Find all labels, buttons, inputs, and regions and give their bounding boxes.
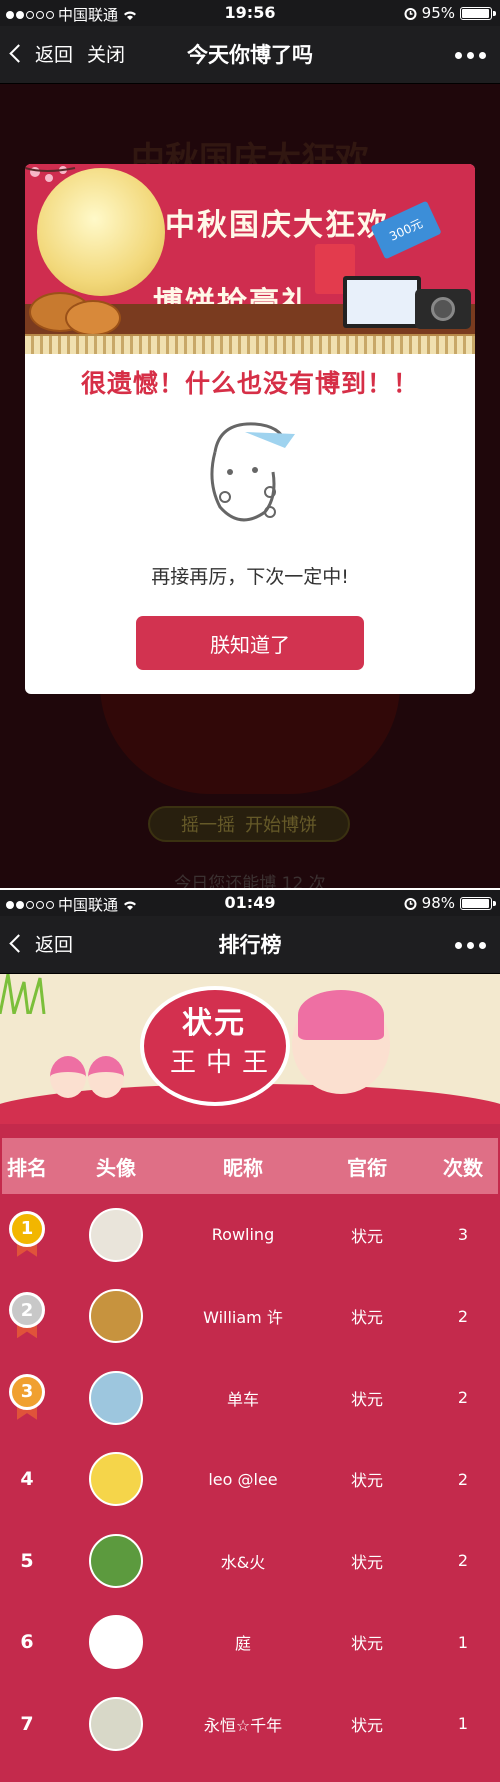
avatar-cell: [52, 1289, 180, 1344]
rank-medal-gold: 1: [2, 1210, 52, 1259]
seal-subtitle: 王中王: [170, 1048, 279, 1078]
blossom-icon: [25, 166, 76, 182]
encourage-message: 再接再厉，下次一定中!: [151, 566, 349, 588]
battery-percent: 95%: [421, 4, 455, 22]
cartoon-avatar[interactable]: [89, 1289, 143, 1344]
gold-medal-icon: 1: [9, 1210, 45, 1259]
rank-number: 2: [9, 1292, 45, 1329]
promo-banner: 中秋国庆大狂欢 博饼抢豪礼 300元: [25, 164, 475, 354]
flower-avatar[interactable]: [89, 1207, 143, 1262]
more-icon[interactable]: [455, 942, 486, 949]
sketch-avatar[interactable]: [89, 1696, 143, 1751]
header-count: 次数: [443, 1155, 483, 1180]
page-title: 排行榜: [218, 933, 282, 957]
roll-count: 2: [457, 1388, 469, 1408]
header-rank: 排名: [7, 1155, 47, 1180]
nickname: 水&火: [220, 1552, 266, 1572]
landscape-avatar[interactable]: [89, 1533, 143, 1588]
roll-count: 1: [457, 1714, 469, 1734]
rank-number: 3: [9, 1373, 45, 1410]
minion-avatar[interactable]: [89, 1452, 143, 1507]
official-title: 状元: [350, 1226, 383, 1246]
bronze-medal-icon: 3: [9, 1373, 45, 1422]
rank-number: 5: [20, 1549, 34, 1572]
ranking-table: 排名 头像 昵称 官衔 次数 1 Rowling 状元 3 2 William 许状元 2 3…: [2, 1138, 498, 1765]
nickname: William 许: [203, 1308, 283, 1328]
lottery-result-screen: 中国联通 19:56 95% 返回 关闭 今天你博了吗 中秋国庆大狂欢 摇一摇 …: [0, 0, 500, 888]
alarm-icon: [404, 897, 417, 910]
header-avatar: 头像: [96, 1155, 136, 1180]
official-title: 状元: [350, 1715, 383, 1735]
rank-number: 1: [9, 1210, 45, 1247]
roll-count: 2: [457, 1469, 469, 1489]
official-title: 状元: [350, 1389, 383, 1409]
battery-icon: [460, 896, 496, 910]
official-title: 状元: [350, 1308, 383, 1328]
lace-border: [25, 334, 475, 354]
header-title: 官衔: [347, 1155, 387, 1180]
banner-title: 中秋国庆大狂欢: [165, 208, 389, 243]
silver-medal-icon: 2: [9, 1292, 45, 1340]
leaderboard-banner: 状元 王中王: [0, 974, 500, 1124]
table-row[interactable]: 3 单车 状元 2: [2, 1357, 498, 1439]
avatar-cell: [52, 1452, 180, 1507]
roll-count: 3: [457, 1225, 469, 1245]
table-row[interactable]: 5 水&火 状元 2: [2, 1520, 498, 1602]
table-header: 排名 头像 昵称 官衔 次数: [2, 1138, 498, 1194]
nav-bar: 返回 排行榜: [0, 916, 500, 974]
status-bar: 中国联通 01:49 98%: [0, 890, 500, 916]
nickname: Rowling: [211, 1225, 275, 1245]
doll-avatar[interactable]: [89, 1370, 143, 1425]
roll-count: 1: [457, 1632, 469, 1652]
official-title: 状元: [350, 1471, 383, 1491]
nickname: 庭: [234, 1634, 251, 1654]
official-title: 状元: [350, 1634, 383, 1654]
nickname: 单车: [226, 1389, 259, 1409]
camera-prize-icon: [415, 289, 471, 329]
kid-mascot-icon: [50, 1056, 86, 1098]
table-row[interactable]: 2 William 许 状元 2: [2, 1276, 498, 1358]
rank-number: 6: [20, 1631, 34, 1654]
header-nickname: 昵称: [223, 1155, 263, 1180]
result-headline: 很遗憾！什么也没有博到！！: [80, 369, 419, 398]
more-icon[interactable]: [455, 52, 486, 59]
mooncake-icon: [65, 300, 121, 336]
avatar-cell: [52, 1615, 180, 1670]
seal-title: 状元: [182, 1006, 246, 1041]
table-row[interactable]: 4 leo @lee 状元 2: [2, 1439, 498, 1521]
rank-medal-silver: 2: [2, 1292, 52, 1340]
nickname: 永恒☆千年: [203, 1715, 283, 1735]
acknowledge-button[interactable]: 朕知道了: [136, 616, 364, 670]
alarm-icon: [404, 7, 417, 20]
cartoon-girl-avatar[interactable]: [89, 1615, 143, 1670]
battery-percent: 98%: [421, 894, 455, 912]
avatar-cell: [52, 1207, 180, 1262]
rank-medal-bronze: 3: [2, 1373, 52, 1422]
roll-count: 2: [457, 1551, 469, 1571]
roll-count: 2: [457, 1306, 469, 1326]
rank-number: 7: [20, 1712, 34, 1735]
nickname: leo @lee: [208, 1469, 278, 1489]
grass-icon: [0, 974, 46, 1014]
page-title: 今天你博了吗: [187, 43, 313, 67]
leaderboard-screen: 中国联通 01:49 98% 返回 排行榜 状元 王中王 排名 头像 昵称 官衔…: [0, 890, 500, 1782]
nav-bar: 返回 关闭 今天你博了吗: [0, 26, 500, 84]
avatar-cell: [52, 1370, 180, 1425]
rank-number: 4: [20, 1468, 34, 1491]
official-title: 状元: [350, 1552, 383, 1572]
kid-mascot-icon: [88, 1056, 124, 1098]
avatar-cell: [52, 1696, 180, 1751]
status-bar: 中国联通 19:56 95%: [0, 0, 500, 26]
table-row[interactable]: 7 永恒☆千年 状元 1: [2, 1683, 498, 1765]
avatar-cell: [52, 1533, 180, 1588]
sad-face-icon: [210, 422, 295, 522]
table-row[interactable]: 1 Rowling 状元 3: [2, 1194, 498, 1276]
battery-icon: [460, 6, 496, 20]
tablet-prize-icon: [343, 276, 421, 328]
result-dialog: 中秋国庆大狂欢 博饼抢豪礼 300元 很遗憾！什么也没有博到！！ 再接再厉，下次…: [25, 164, 475, 694]
table-row[interactable]: 6 庭 状元 1: [2, 1602, 498, 1684]
mascot-icon: [292, 990, 390, 1094]
